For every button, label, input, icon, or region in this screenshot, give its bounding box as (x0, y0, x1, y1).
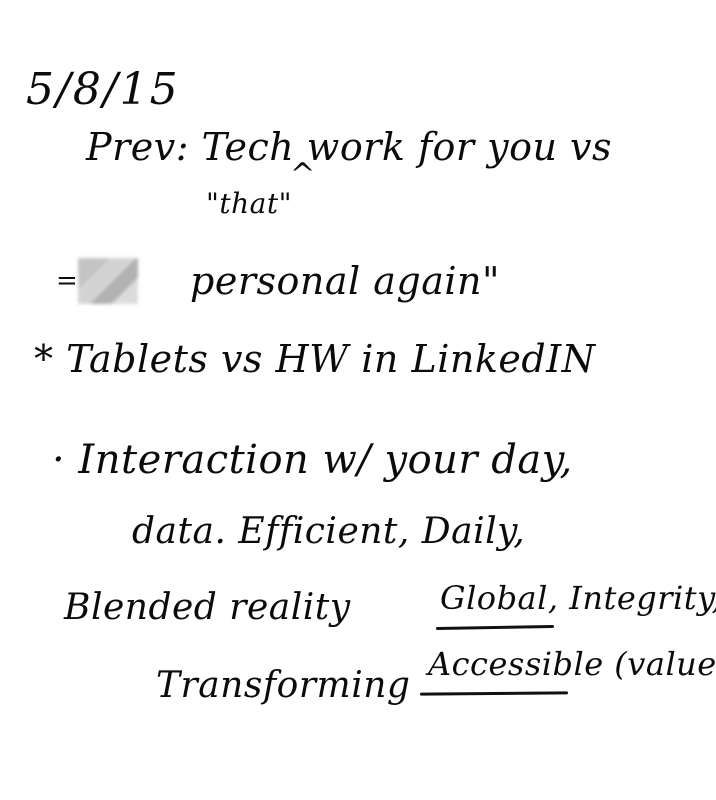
note-line-interaction: · Interaction w/ your day, (52, 437, 573, 483)
note-insert-that: "that" (206, 187, 292, 220)
note-line-personal: personal again" (190, 259, 500, 303)
redacted-blur (78, 258, 138, 304)
handwritten-note-page: 5/8/15 Prev: Tech work for you vs ^ "tha… (0, 0, 716, 800)
note-line-prev: Prev: Tech work for you vs (86, 125, 613, 169)
insertion-caret: ^ (290, 157, 316, 192)
note-line-personal-prefix: = (56, 266, 79, 296)
note-date: 5/8/15 (26, 64, 180, 115)
global-underline (435, 624, 555, 631)
note-line-tablets: * Tablets vs HW in LinkedIN (34, 337, 596, 381)
note-line-transforming: Transforming (156, 665, 411, 706)
note-line-data: data. Efficient, Daily, (132, 511, 526, 552)
note-line-accessible: Accessible (values) (428, 645, 716, 683)
accessible-underline (419, 691, 569, 696)
note-line-global: Global, Integrity, (440, 579, 716, 617)
note-line-blended: Blended reality (64, 587, 351, 628)
